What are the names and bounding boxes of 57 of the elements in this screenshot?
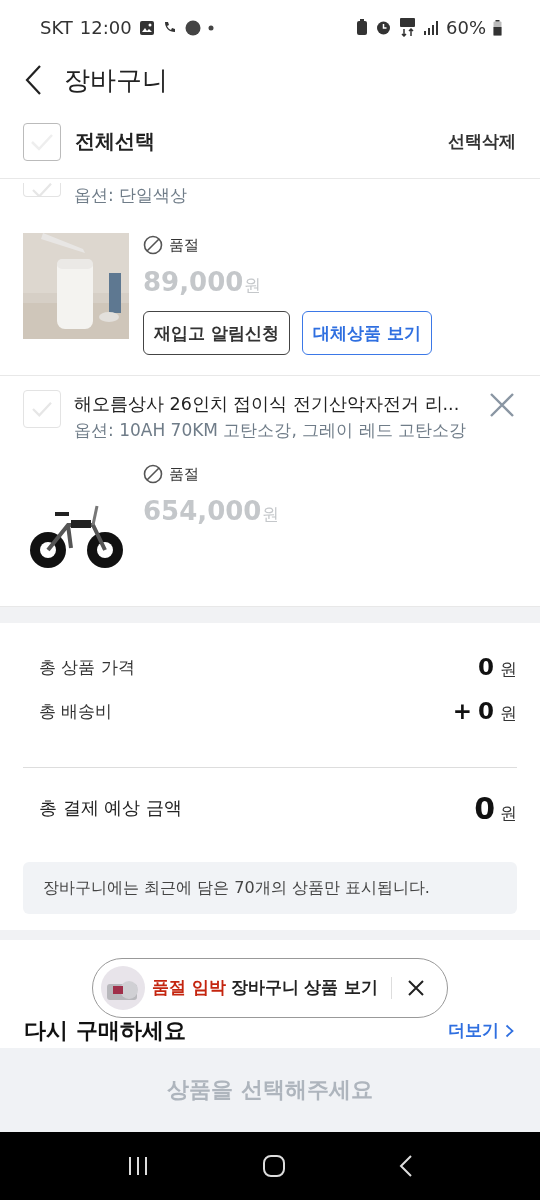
check-icon xyxy=(30,400,54,418)
toast-text: 장바구니 상품 보기 xyxy=(230,977,379,999)
more-link[interactable]: 더보기 xyxy=(448,1019,514,1042)
battery-saver-icon xyxy=(356,19,368,36)
currency-unit: 원 xyxy=(500,701,517,725)
home-icon[interactable] xyxy=(262,1154,286,1178)
back-button[interactable] xyxy=(24,64,42,96)
signal-icon xyxy=(423,19,439,36)
currency-unit: 원 xyxy=(262,503,280,526)
item-checkbox[interactable] xyxy=(23,183,61,197)
summary-label: 총 배송비 xyxy=(39,699,113,723)
check-icon xyxy=(30,183,54,196)
sold-out-icon xyxy=(143,235,163,255)
close-icon xyxy=(407,979,426,997)
alternative-products-button[interactable]: 대체상품 보기 xyxy=(301,311,432,355)
clock: 12:00 xyxy=(79,17,132,38)
back-icon[interactable] xyxy=(399,1154,414,1178)
chevron-icon xyxy=(505,1023,514,1038)
section-title: 다시 구매하세요 xyxy=(24,1018,186,1044)
battery-percent: 60% xyxy=(446,17,486,38)
network-icon xyxy=(399,18,416,37)
summary-amount: 0 xyxy=(478,697,494,724)
sold-out-label: 품절 xyxy=(169,235,199,255)
product-option: 옵션: 10AH 70KM 고탄소강, 그레이 레드 고탄소강 xyxy=(74,418,468,442)
dot-icon xyxy=(207,24,214,31)
close-button[interactable] xyxy=(407,979,426,997)
product-option: 옵션: 단일색상 xyxy=(74,183,518,207)
plus-sign: + xyxy=(452,697,472,724)
restock-alert-button[interactable]: 재입고 알림신청 xyxy=(143,311,290,355)
currency-unit: 원 xyxy=(500,801,517,825)
product-name[interactable]: 해오름상사 26인치 접이식 전기산악자전거 리... xyxy=(74,390,468,418)
product-price: 89,000 xyxy=(143,267,244,297)
select-all-checkbox[interactable] xyxy=(23,122,61,161)
battery-icon xyxy=(493,19,502,36)
back-icon xyxy=(24,64,42,96)
currency-unit: 원 xyxy=(244,274,262,297)
select-all-label: 전체선택 xyxy=(75,128,156,155)
summary-label: 총 상품 가격 xyxy=(39,655,135,679)
delete-selected-link[interactable]: 선택삭제 xyxy=(448,130,516,153)
page-title: 장바구니 xyxy=(64,63,168,97)
carrier: SKT xyxy=(40,17,73,38)
sold-out-label: 품절 xyxy=(169,464,199,484)
sold-out-icon xyxy=(143,464,163,484)
recent-apps-icon[interactable] xyxy=(126,1156,149,1176)
gallery-icon xyxy=(138,19,155,36)
total-amount: 0 xyxy=(474,790,495,826)
summary-amount: 0 xyxy=(478,653,494,680)
toast-banner[interactable]: 품절 임박 장바구니 상품 보기 xyxy=(92,958,448,1018)
remove-button[interactable] xyxy=(489,392,515,418)
currency-unit: 원 xyxy=(500,657,517,681)
product-price: 654,000 xyxy=(143,496,262,526)
close-icon xyxy=(489,392,515,418)
toast-highlight: 품절 임박 xyxy=(152,977,226,999)
alarm-icon xyxy=(375,19,392,36)
notice-banner: 장바구니에는 최근에 담은 70개의 상품만 표시됩니다. xyxy=(23,862,517,914)
total-label: 총 결제 예상 금액 xyxy=(39,796,183,820)
item-checkbox[interactable] xyxy=(23,390,61,428)
